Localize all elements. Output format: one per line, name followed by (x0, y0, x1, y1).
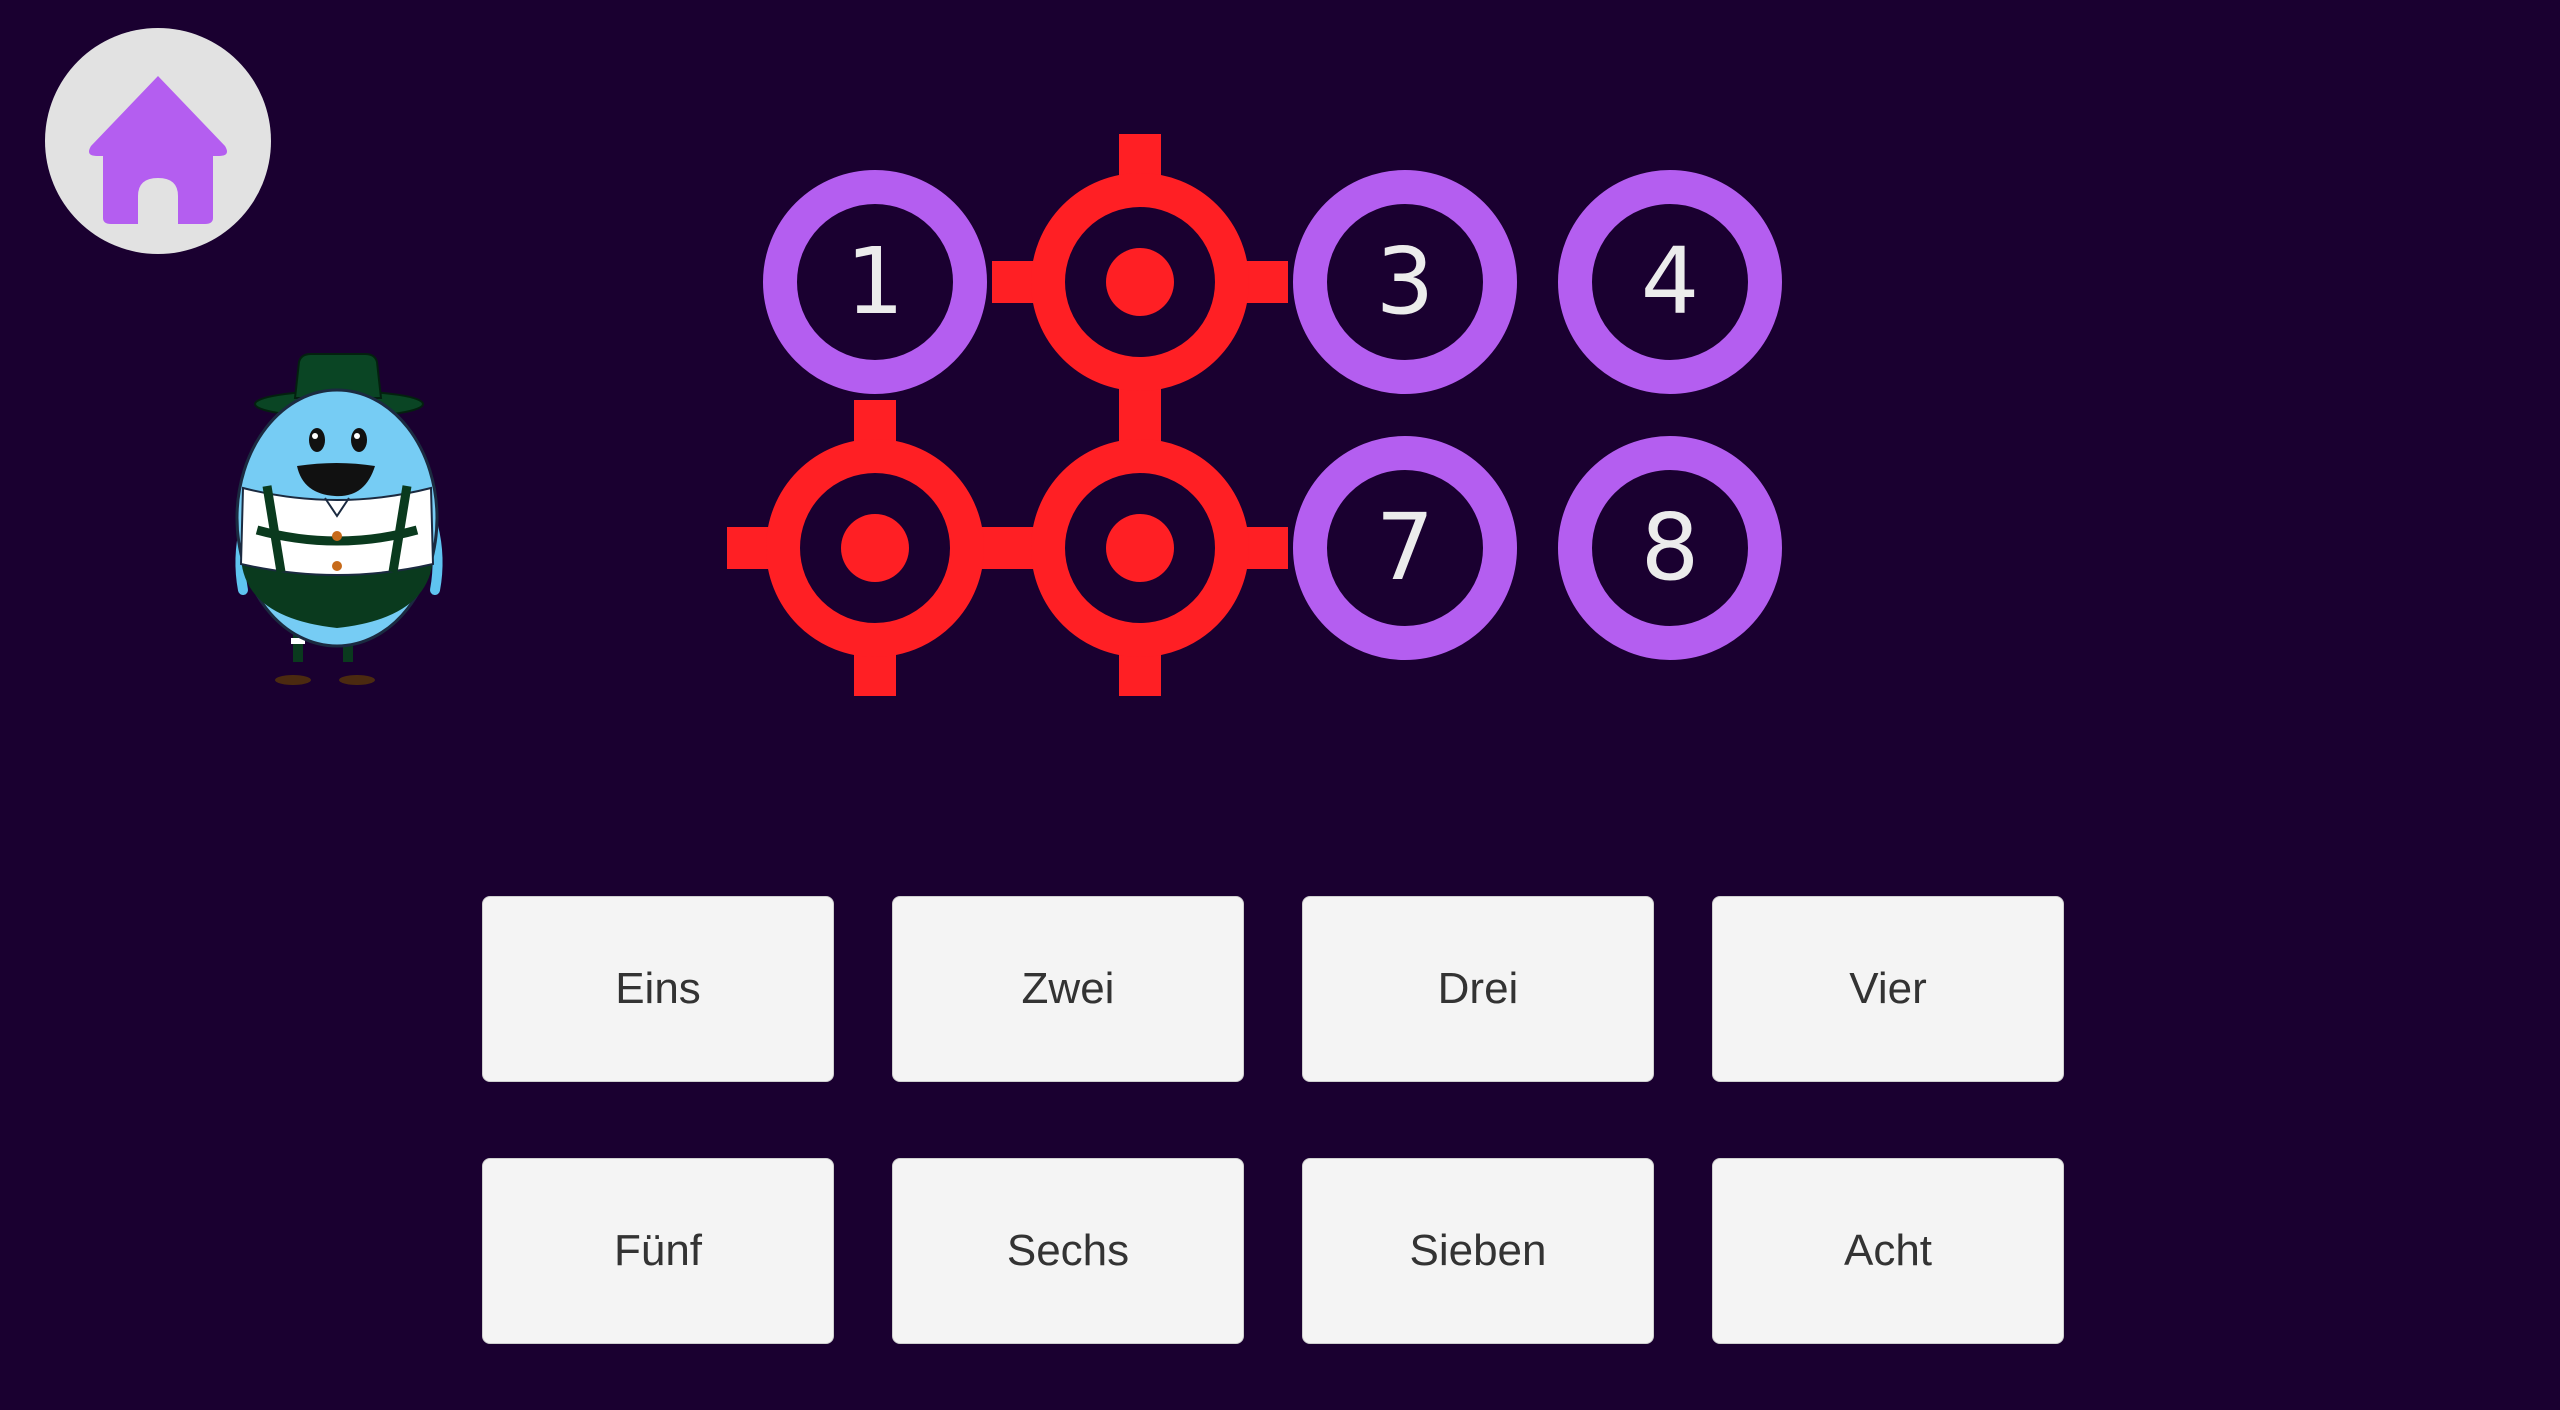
answer-button-fuenf[interactable]: Fünf (482, 1158, 834, 1344)
crosshair-icon (992, 400, 1288, 696)
answer-buttons: Eins Zwei Drei Vier Fünf Sechs Sieben Ac… (482, 896, 2064, 1346)
answer-button-sechs[interactable]: Sechs (892, 1158, 1244, 1344)
number-circle-2[interactable] (992, 134, 1288, 430)
home-button[interactable] (45, 28, 271, 254)
answer-button-eins[interactable]: Eins (482, 896, 834, 1082)
number-label: 1 (845, 228, 905, 335)
number-circle-5[interactable] (727, 400, 1023, 696)
number-label: 3 (1375, 228, 1435, 335)
number-circle-4[interactable]: 4 (1558, 170, 1782, 394)
number-circle-8[interactable]: 8 (1558, 436, 1782, 660)
number-label: 4 (1640, 228, 1700, 335)
crosshair-icon (727, 400, 1023, 696)
number-label: 7 (1375, 494, 1435, 601)
number-label: 8 (1640, 494, 1700, 601)
home-icon (89, 76, 227, 224)
number-circle-3[interactable]: 3 (1293, 170, 1517, 394)
number-circle-1[interactable]: 1 (763, 170, 987, 394)
answer-button-acht[interactable]: Acht (1712, 1158, 2064, 1344)
game-screen: 1 3 4 7 8 Eins Zwei Drei Vier Fünf Sechs… (0, 0, 2560, 1410)
number-circle-7[interactable]: 7 (1293, 436, 1517, 660)
answer-button-zwei[interactable]: Zwei (892, 896, 1244, 1082)
number-circle-6[interactable] (992, 400, 1288, 696)
crosshair-icon (992, 134, 1288, 430)
answer-button-drei[interactable]: Drei (1302, 896, 1654, 1082)
answer-button-vier[interactable]: Vier (1712, 896, 2064, 1082)
number-circle-grid: 1 3 4 7 8 (725, 132, 1805, 704)
answer-button-sieben[interactable]: Sieben (1302, 1158, 1654, 1344)
mascot-character (235, 353, 443, 685)
